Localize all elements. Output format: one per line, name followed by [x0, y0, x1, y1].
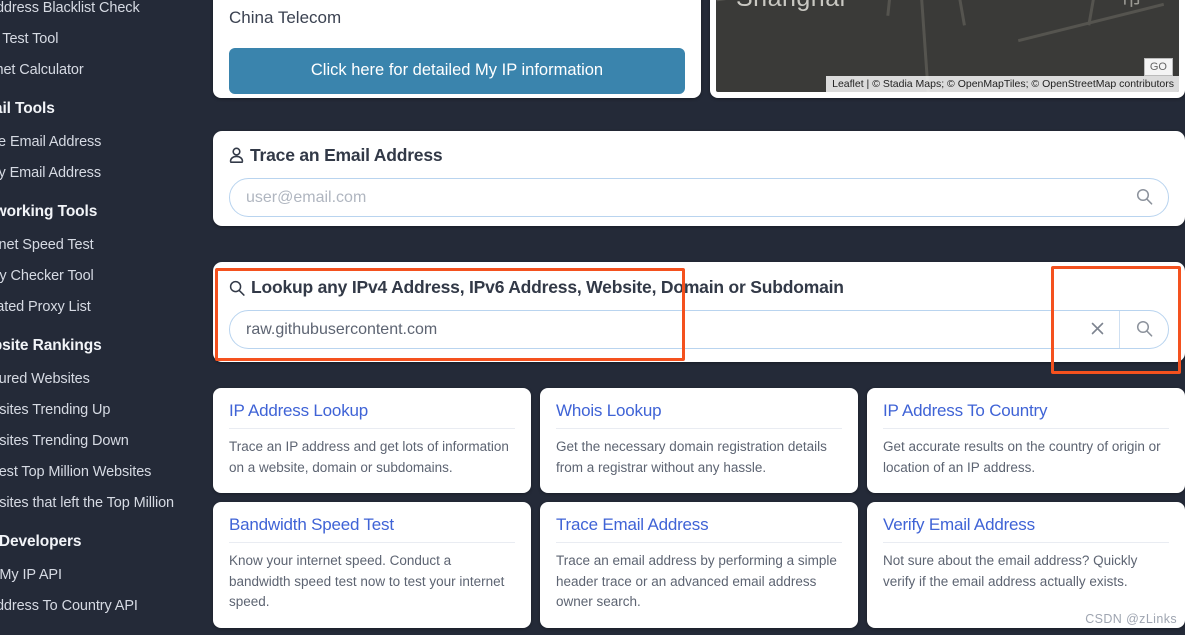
lookup-search-row	[229, 310, 1169, 349]
tool-card-description: Know your internet speed. Conduct a band…	[229, 553, 505, 610]
tool-card-description: Not sure about the email address? Quickl…	[883, 553, 1138, 589]
sidebar-item[interactable]: Newest Top Million Websites	[0, 456, 205, 487]
person-icon	[229, 147, 244, 164]
map-road	[949, 0, 966, 26]
trace-email-search-button[interactable]	[1120, 179, 1168, 216]
my-ip-details-button[interactable]: Click here for detailed My IP informatio…	[229, 48, 685, 94]
lookup-label-row: Lookup any IPv4 Address, IPv6 Address, W…	[229, 277, 1169, 298]
search-icon	[1136, 188, 1153, 208]
trace-email-input[interactable]	[230, 188, 1120, 207]
sidebar-item[interactable]: Featured Websites	[0, 363, 205, 394]
tool-card-description: Get the necessary domain registration de…	[556, 439, 827, 475]
tool-card-title[interactable]: Verify Email Address	[883, 515, 1169, 544]
sidebar-item[interactable]: IP Address To Country API	[0, 590, 205, 621]
sidebar: IP Address Blacklist CheckPing Test Tool…	[0, 0, 205, 635]
map-zoom-button[interactable]: GO	[1143, 58, 1173, 76]
lookup-label: Lookup any IPv4 Address, IPv6 Address, W…	[251, 277, 844, 297]
lookup-panel: Lookup any IPv4 Address, IPv6 Address, W…	[213, 262, 1185, 362]
sidebar-item[interactable]: Verify Email Address	[0, 157, 205, 188]
sidebar-item[interactable]: Proxy Checker Tool	[0, 260, 205, 291]
tool-card-description: Trace an email address by performing a s…	[556, 553, 837, 610]
tool-card[interactable]: Verify Email Address Not sure about the e…	[867, 502, 1185, 628]
sidebar-item[interactable]: Trace Email Address	[0, 126, 205, 157]
sidebar-group: IP Address Blacklist CheckPing Test Tool…	[0, 0, 205, 85]
tool-card[interactable]: Trace Email Address Trace an email addres…	[540, 502, 858, 628]
map-label-city: Shanghai	[736, 0, 846, 13]
search-icon	[229, 280, 245, 296]
tool-card[interactable]: IP Address Lookup Trace an IP address and…	[213, 388, 531, 494]
sidebar-group-heading: For Developers	[0, 533, 82, 550]
tool-card[interactable]: IP Address To Country Get accurate result…	[867, 388, 1185, 494]
sidebar-item[interactable]: IP Address Blacklist Check	[0, 0, 205, 23]
tool-card-description: Get accurate results on the country of o…	[883, 439, 1161, 475]
tool-card-description: Trace an IP address and get lots of info…	[229, 439, 509, 475]
tool-card-title[interactable]: Whois Lookup	[556, 401, 842, 429]
watermark: CSDN @zLinks	[1085, 612, 1177, 626]
page-root: IP Address Blacklist CheckPing Test Tool…	[0, 0, 1185, 635]
sidebar-item[interactable]: See My IP API	[0, 559, 205, 590]
sidebar-group-heading: Email Tools	[0, 100, 55, 117]
sidebar-group: Website RankingsFeatured WebsitesWebsite…	[0, 324, 205, 518]
tool-card-title[interactable]: IP Address Lookup	[229, 401, 515, 429]
tool-card-title[interactable]: Bandwidth Speed Test	[229, 515, 515, 544]
lookup-search-button[interactable]	[1120, 311, 1168, 348]
trace-email-label-row: Trace an Email Address	[229, 145, 1169, 166]
lookup-input[interactable]	[230, 320, 1077, 339]
sidebar-group-heading: Website Rankings	[0, 337, 102, 354]
map-attribution: Leaflet | © Stadia Maps; © OpenMapTiles;…	[826, 76, 1179, 92]
tool-card-title[interactable]: IP Address To Country	[883, 401, 1169, 429]
sidebar-item[interactable]: Internet Speed Test	[0, 229, 205, 260]
top-row: China Telecom Click here for detailed My…	[213, 0, 1185, 98]
sidebar-item[interactable]: Ping Test Tool	[0, 23, 205, 54]
trace-email-panel: Trace an Email Address	[213, 131, 1185, 226]
trace-email-search-row	[229, 178, 1169, 217]
sidebar-group-heading: Networking Tools	[0, 203, 98, 220]
map-canvas[interactable]: 西门区 绍兴市 SHAN Shanghai GO Leaflet | © Sta…	[716, 0, 1179, 92]
close-icon	[1090, 321, 1105, 339]
isp-name: China Telecom	[229, 8, 342, 27]
tool-card-title[interactable]: Trace Email Address	[556, 515, 842, 544]
tool-card[interactable]: Bandwidth Speed Test Know your internet s…	[213, 502, 531, 628]
sidebar-item[interactable]: Websites Trending Up	[0, 394, 205, 425]
sidebar-group: Networking Tools Internet Speed TestProxy…	[0, 190, 205, 322]
trace-email-label: Trace an Email Address	[250, 145, 443, 165]
tool-card[interactable]: Whois Lookup Get the necessary domain reg…	[540, 388, 858, 494]
tool-cards-grid: IP Address Lookup Trace an IP address and…	[213, 388, 1185, 635]
sidebar-group: Email Tools Trace Email AddressVerify Ema…	[0, 87, 205, 188]
lookup-clear-button[interactable]	[1077, 311, 1119, 348]
location-map-card[interactable]: 西门区 绍兴市 SHAN Shanghai GO Leaflet | © Sta…	[710, 0, 1185, 98]
sidebar-item[interactable]: Websites Trending Down	[0, 425, 205, 456]
map-road	[886, 0, 899, 16]
sidebar-group: For Developers See My IP APIIP Address To…	[0, 520, 205, 621]
search-icon	[1136, 320, 1153, 340]
map-label-shaoxing: 绍兴市	[1121, 0, 1179, 12]
sidebar-item[interactable]: Subnet Calculator	[0, 54, 205, 85]
sidebar-item[interactable]: Updated Proxy List	[0, 291, 205, 322]
sidebar-item[interactable]: Websites that left the Top Million	[0, 487, 205, 518]
main-content: China Telecom Click here for detailed My…	[205, 0, 1185, 635]
my-ip-card: China Telecom Click here for detailed My…	[213, 0, 701, 98]
